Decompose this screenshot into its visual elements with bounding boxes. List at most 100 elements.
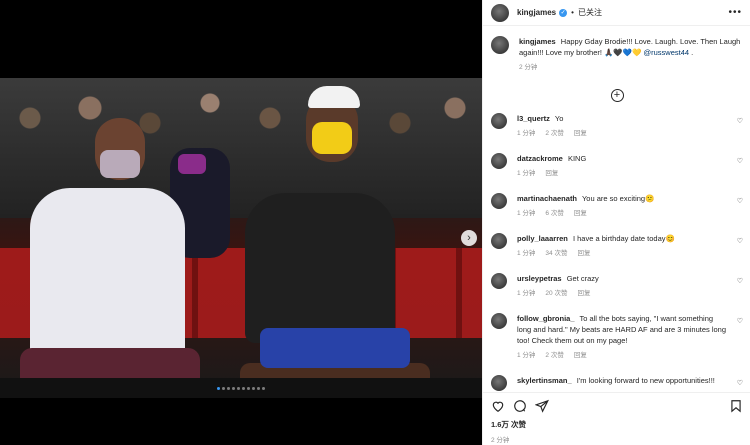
comment-reply-button[interactable]: 回复 — [574, 352, 587, 359]
carousel-dot — [227, 387, 230, 390]
carousel-dot — [247, 387, 250, 390]
comment-likes[interactable]: 2 次赞 — [545, 352, 563, 359]
like-count[interactable]: 1.6万 次赞 — [491, 419, 743, 430]
commenter-avatar[interactable] — [491, 233, 507, 249]
comment-item: l3_quertz Yo 1 分钟 2 次赞 回复 ♡ — [491, 113, 743, 139]
commenter-avatar[interactable] — [491, 313, 507, 329]
comment-text: KING — [567, 154, 587, 163]
comment-meta: 1 分钟 34 次赞 回复 — [517, 248, 727, 259]
caption-suffix: . — [691, 48, 694, 57]
commenter-avatar[interactable] — [491, 375, 507, 391]
comment-like-heart-icon[interactable]: ♡ — [737, 116, 743, 127]
comment-text: Yo — [554, 114, 564, 123]
post-time: 2 分钟 — [491, 437, 510, 444]
commenter-username[interactable]: l3_quertz — [517, 114, 550, 123]
carousel-dot — [252, 387, 255, 390]
photo-person-right — [245, 193, 395, 343]
comment-item: ursleypetras Get crazy 1 分钟 20 次赞 回复 ♡ — [491, 273, 743, 299]
comment-text: Get crazy — [566, 274, 599, 283]
comment-text: I have a birthday date today😊 — [572, 234, 675, 243]
comment-time: 1 分钟 — [517, 210, 536, 217]
comment-likes[interactable]: 6 次赞 — [545, 210, 563, 217]
commenter-username[interactable]: polly_laaarren — [517, 234, 568, 243]
bookmark-icon[interactable] — [729, 399, 743, 413]
comment-reply-button[interactable]: 回复 — [574, 210, 587, 217]
photo-person-right-hat — [308, 86, 360, 108]
carousel-dots — [0, 387, 482, 390]
commenter-avatar[interactable] — [491, 273, 507, 289]
next-image-button[interactable]: › — [461, 230, 477, 246]
comment-body: l3_quertz Yo 1 分钟 2 次赞 回复 — [517, 113, 743, 139]
photo-person-right-shorts — [260, 328, 410, 368]
carousel-dot — [237, 387, 240, 390]
load-more-comments-icon[interactable]: + — [610, 89, 624, 102]
commenter-username[interactable]: skylertinsman_ — [517, 376, 572, 385]
photo-child-mask — [178, 154, 206, 174]
photo-person-left-mask — [100, 150, 140, 178]
comment-item: polly_laaarren I have a birthday date to… — [491, 233, 743, 259]
comment-reply-button[interactable]: 回复 — [577, 290, 590, 297]
caption-time: 2 分钟 — [519, 64, 538, 71]
comment-time: 1 分钟 — [517, 290, 536, 297]
carousel-dot — [222, 387, 225, 390]
like-heart-icon[interactable] — [491, 399, 505, 413]
comment-body: datzackrome KING 1 分钟 回复 — [517, 153, 743, 179]
commenter-avatar[interactable] — [491, 193, 507, 209]
comment-list: l3_quertz Yo 1 分钟 2 次赞 回复 ♡ datzackrome KI… — [491, 113, 743, 391]
post-footer: 1.6万 次赞 2 分钟 — [483, 392, 750, 445]
carousel-dot — [262, 387, 265, 390]
commenter-username[interactable]: follow_gbronia_ — [517, 314, 575, 323]
comment-like-heart-icon[interactable]: ♡ — [737, 156, 743, 167]
carousel-dot — [257, 387, 260, 390]
carousel-dot — [232, 387, 235, 390]
comment-item: martinachaenath You are so exciting😕 1 分… — [491, 193, 743, 219]
comment-reply-button[interactable]: 回复 — [577, 250, 590, 257]
comment-reply-button[interactable]: 回复 — [574, 130, 587, 137]
more-options-icon[interactable]: ••• — [728, 7, 742, 18]
comment-body: ursleypetras Get crazy 1 分钟 20 次赞 回复 — [517, 273, 743, 299]
commenter-username[interactable]: datzackrome — [517, 154, 563, 163]
comment-time: 1 分钟 — [517, 130, 536, 137]
author-username[interactable]: kingjames — [517, 8, 556, 17]
comment-like-heart-icon[interactable]: ♡ — [737, 196, 743, 207]
comment-body: martinachaenath You are so exciting😕 1 分… — [517, 193, 743, 219]
comment-meta: 1 分钟 2 次赞 回复 — [517, 128, 727, 139]
comment-like-heart-icon[interactable]: ♡ — [737, 316, 743, 327]
follow-status-button[interactable]: 已关注 — [578, 7, 602, 18]
action-bar — [491, 399, 743, 413]
comment-item: datzackrome KING 1 分钟 回复 ♡ — [491, 153, 743, 179]
comment-time: 1 分钟 — [517, 250, 536, 257]
header-separator: • — [571, 8, 574, 17]
comment-like-heart-icon[interactable]: ♡ — [737, 276, 743, 287]
comment-likes[interactable]: 20 次赞 — [545, 290, 567, 297]
commenter-avatar[interactable] — [491, 153, 507, 169]
comment-time: 1 分钟 — [517, 170, 536, 177]
commenter-avatar[interactable] — [491, 113, 507, 129]
photo-person-right-mask — [312, 122, 352, 154]
verified-badge-icon: ✓ — [559, 8, 568, 17]
commenter-username[interactable]: ursleypetras — [517, 274, 562, 283]
caption-body: kingjames Happy Gday Brodie!!! Love. Lau… — [519, 36, 743, 73]
comment-body: skylertinsman_ I'm looking forward to ne… — [517, 375, 743, 391]
caption-avatar[interactable] — [491, 36, 509, 54]
comment-like-heart-icon[interactable]: ♡ — [737, 378, 743, 389]
caption: kingjames Happy Gday Brodie!!! Love. Lau… — [491, 36, 743, 73]
comment-likes[interactable]: 2 次赞 — [545, 130, 563, 137]
load-more: + — [491, 85, 743, 103]
caption-mention[interactable]: @russwest44 — [644, 48, 690, 57]
comment-meta: 1 分钟 2 次赞 回复 — [517, 350, 727, 361]
caption-meta: 2 分钟 — [519, 62, 743, 73]
post-header: kingjames ✓ • 已关注 ••• — [483, 0, 750, 26]
comment-bubble-icon[interactable] — [513, 399, 527, 413]
comment-like-heart-icon[interactable]: ♡ — [737, 236, 743, 247]
carousel-dot — [217, 387, 220, 390]
comment-reply-button[interactable]: 回复 — [545, 170, 558, 177]
comment-likes[interactable]: 34 次赞 — [545, 250, 567, 257]
comments-section[interactable]: kingjames Happy Gday Brodie!!! Love. Lau… — [483, 36, 750, 391]
post-photo[interactable] — [0, 78, 482, 398]
share-send-icon[interactable] — [534, 399, 549, 413]
commenter-username[interactable]: martinachaenath — [517, 194, 577, 203]
author-avatar[interactable] — [491, 3, 509, 22]
comment-body: polly_laaarren I have a birthday date to… — [517, 233, 743, 259]
caption-username[interactable]: kingjames — [519, 37, 556, 46]
